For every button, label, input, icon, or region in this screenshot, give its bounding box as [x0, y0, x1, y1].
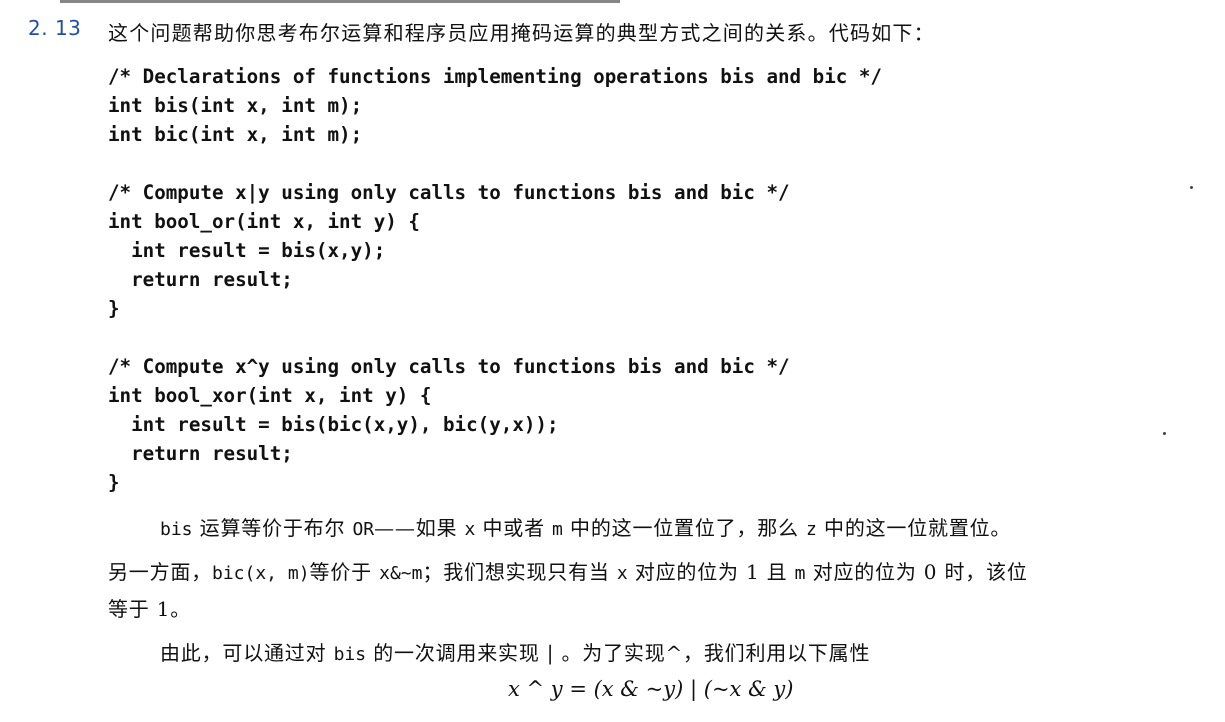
top-rule — [60, 0, 620, 3]
paragraph-line-3: 等于 1。 — [108, 597, 192, 621]
inline-code-bis: bis — [160, 519, 193, 540]
inline-code-m: m — [552, 519, 563, 540]
code-line: int bis(int x, int m); — [108, 94, 363, 117]
code-line: int bic(int x, int m); — [108, 123, 363, 146]
code-line: } — [108, 471, 120, 494]
inline-code-x: x — [464, 519, 476, 540]
inline-code-bic: bic(x, m) — [212, 563, 310, 584]
code-block: /* Declarations of functions implementin… — [108, 62, 882, 497]
code-line: /* Declarations of functions implementin… — [108, 65, 882, 88]
inline-code-or: OR — [352, 519, 375, 540]
paragraph-2: 由此，可以通过对 bis 的一次调用来实现 | 。为了实现^，我们利用以下属性 — [160, 641, 871, 665]
inline-code-expr: x&~m — [379, 563, 423, 584]
code-line: int bool_xor(int x, int y) { — [108, 384, 432, 407]
scan-speck — [1190, 186, 1193, 189]
code-line: int result = bis(bic(x,y), bic(y,x)); — [108, 413, 559, 436]
paragraph-line-2: 另一方面，bic(x, m)等价于 x&~m；我们想实现只有当 x 对应的位为 … — [108, 560, 1028, 584]
problem-number: 2. 13 — [28, 16, 82, 40]
code-line: } — [108, 297, 120, 320]
code-line: int bool_or(int x, int y) { — [108, 210, 420, 233]
paragraph-line-1: bis 运算等价于布尔 OR——如果 x 中或者 m 中的这一位置位了，那么 z… — [160, 516, 1012, 540]
inline-code-x2: x — [616, 563, 628, 584]
code-line: return result; — [108, 442, 293, 465]
code-line: return result; — [108, 268, 293, 291]
inline-code-bis-2: bis — [333, 644, 367, 665]
xor-formula: x ^ y = (x & ~y) | (~x & y) — [508, 677, 794, 701]
code-line: int result = bis(x,y); — [108, 239, 386, 262]
code-line: /* Compute x^y using only calls to funct… — [108, 355, 790, 378]
inline-code-m2: m — [794, 563, 806, 584]
problem-intro: 这个问题帮助你思考布尔运算和程序员应用掩码运算的典型方式之间的关系。代码如下： — [108, 21, 935, 45]
inline-code-z: z — [806, 519, 817, 540]
scan-speck — [1163, 432, 1166, 435]
code-line: /* Compute x|y using only calls to funct… — [108, 181, 790, 204]
